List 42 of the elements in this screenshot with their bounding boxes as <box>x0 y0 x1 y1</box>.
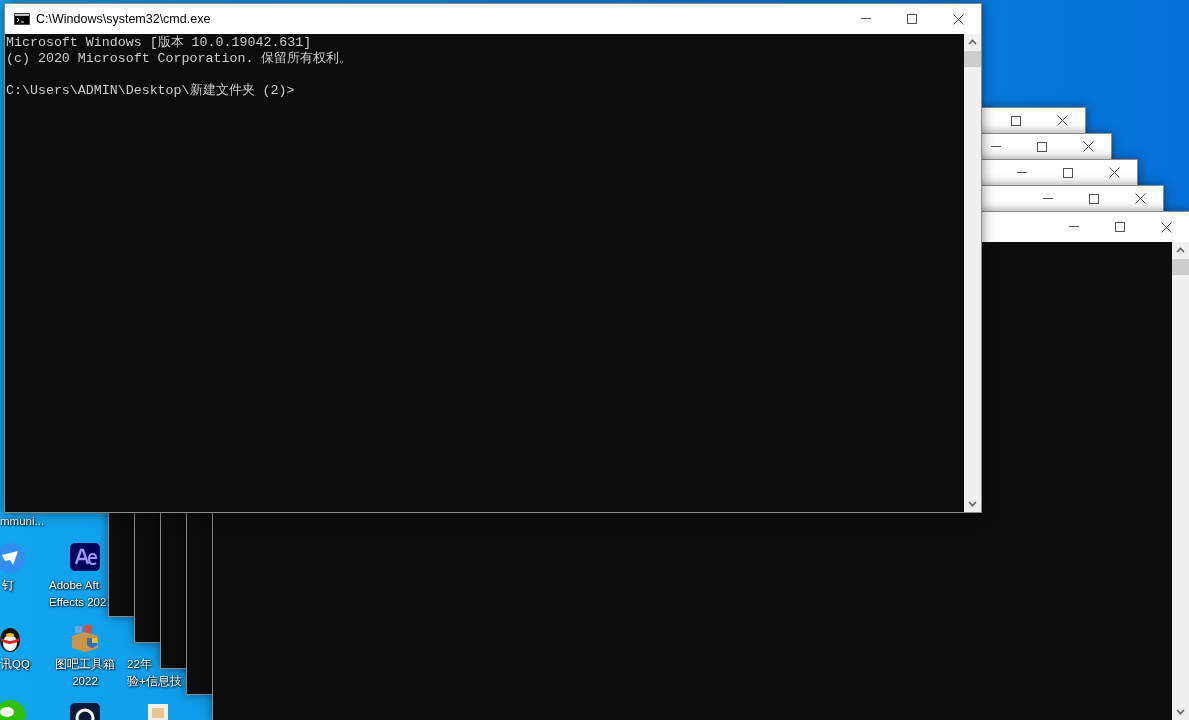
minimize-icon <box>861 18 871 20</box>
icon-label: 22年 <box>127 657 152 672</box>
chat-bubbles-icon[interactable] <box>0 700 25 720</box>
title-bar[interactable]: C:\Windows\system32\cmd.exe <box>5 4 981 34</box>
close-icon <box>1134 193 1146 204</box>
console-output-line: Microsoft Windows [版本 10.0.19042.631] <box>6 35 313 51</box>
app-logo-icon[interactable] <box>70 543 100 571</box>
command-prompt[interactable]: C:\Users\ADMIN\Desktop\新建文件夹 (2)> <box>6 83 964 99</box>
console-app-icon <box>14 13 30 25</box>
minimize-icon <box>991 145 1001 148</box>
icon-label: Adobe Aft <box>49 578 99 593</box>
scrollbar[interactable] <box>1172 242 1189 720</box>
close-icon <box>1082 141 1094 152</box>
maximize-icon <box>1037 141 1047 152</box>
maximize-icon <box>1011 115 1021 126</box>
file-icon[interactable] <box>146 704 170 720</box>
window-title: C:\Windows\system32\cmd.exe <box>36 10 211 28</box>
icon-label: 验+信息技 <box>127 674 182 689</box>
toolbox-icon[interactable] <box>70 622 100 652</box>
ring-app-icon[interactable] <box>70 703 100 720</box>
scroll-thumb[interactable] <box>1172 259 1189 275</box>
maximize-icon <box>1115 222 1125 232</box>
minimize-icon <box>1043 197 1053 200</box>
icon-label: 图吧工具箱 <box>55 657 115 672</box>
minimize-icon <box>1017 171 1027 174</box>
icon-label: 2022 <box>72 674 98 689</box>
close-icon <box>952 13 964 25</box>
icon-label: mmuni... <box>0 514 45 529</box>
maximize-icon <box>1089 193 1099 204</box>
icon-label: Effects 202 <box>49 595 107 610</box>
close-icon <box>1160 221 1172 233</box>
maximize-icon <box>907 14 917 24</box>
icon-label: 钉 <box>2 578 14 593</box>
minimize-icon <box>1069 226 1079 228</box>
icon-label: 讯QQ <box>0 657 30 672</box>
close-icon <box>1056 115 1068 126</box>
scrollbar[interactable] <box>964 34 981 512</box>
console-output-line: (c) 2020 Microsoft Corporation. 保留所有权利。 <box>6 51 354 67</box>
close-icon <box>1108 167 1120 178</box>
maximize-icon <box>1063 167 1073 178</box>
scroll-thumb[interactable] <box>964 51 981 67</box>
paper-plane-icon[interactable] <box>0 543 25 573</box>
